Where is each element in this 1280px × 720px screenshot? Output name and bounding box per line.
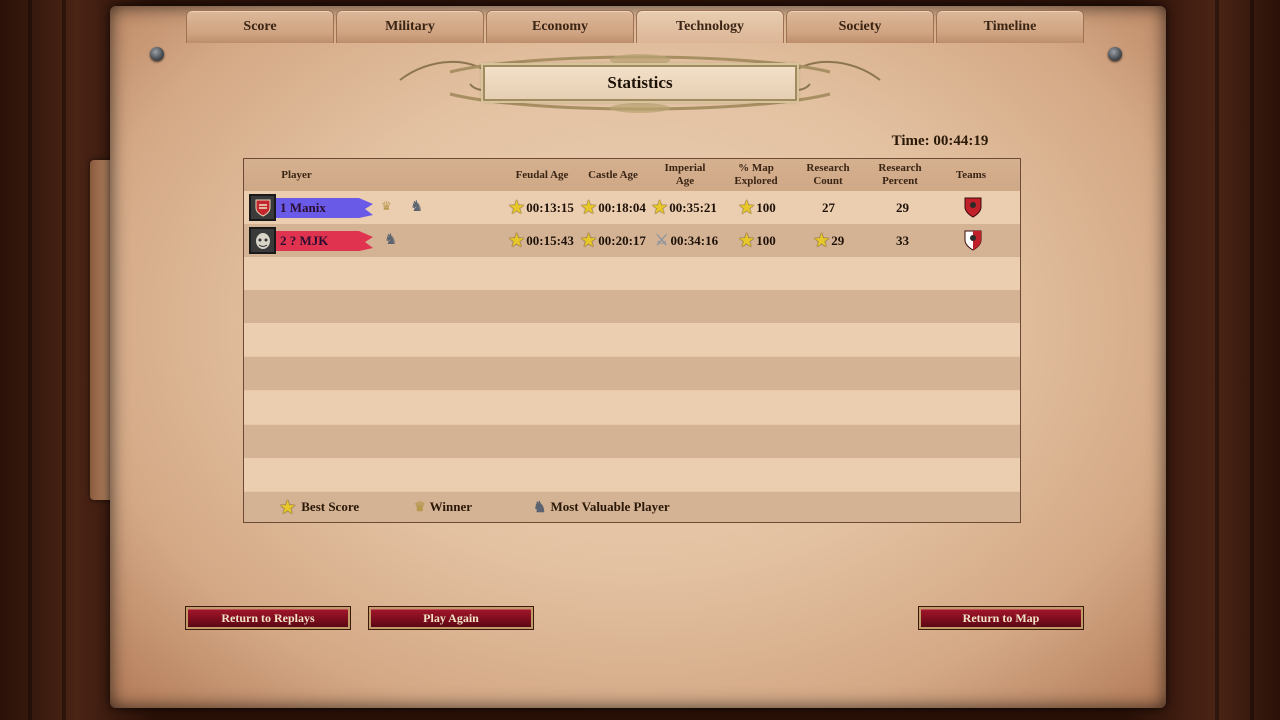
best-score-star-icon: ★ [739,231,755,250]
sword-icon: ⚔ [655,233,669,249]
imperial-age-cell: ★ 00:35:21 [652,191,717,224]
research-percent-cell: 33 [896,224,909,257]
map-explored-value: 100 [756,199,776,215]
team-shield-icon [964,230,982,251]
wood-grain [1250,0,1254,720]
castle-age-value: 00:18:04 [598,199,646,215]
play-again-button[interactable]: Play Again [369,607,533,629]
castle-age-value: 00:20:17 [598,232,646,248]
tab-society[interactable]: Society [786,10,934,43]
legend-mvp: ♞ Most Valuable Player [533,492,670,522]
best-score-star-icon: ★ [509,231,525,250]
table-row-empty [244,425,1020,458]
technology-stats-table: Player Feudal Age Castle Age Imperial Ag… [243,158,1021,523]
research-count-cell: ★ 29 [814,224,844,257]
header-player: Player [281,168,312,181]
rivet-icon [150,47,164,61]
knight-icon: ♞ [533,499,547,516]
player-name: 1 Manix [273,198,373,218]
header-map-explored: % Map Explored [734,162,778,187]
rivet-icon [1108,47,1122,61]
feudal-age-cell: ★ 00:13:15 [509,191,574,224]
table-row-empty [244,290,1020,323]
header-feudal-age: Feudal Age [515,168,569,181]
star-icon: ★ [280,497,296,517]
imperial-age-cell: ⚔ 00:34:16 [655,224,718,257]
legend-best-score: ★ Best Score [280,492,359,522]
team-shield-icon [964,197,982,218]
crown-icon: ♛ [414,499,426,514]
header-teams: Teams [955,168,987,181]
return-to-replays-button[interactable]: Return to Replays [186,607,350,629]
table-row: 2 ? MJK ♞ ★ 00:15:43 ★ 00:20:17 ⚔ 00:34:16 … [244,224,1020,257]
legend-mvp-label: Most Valuable Player [550,499,670,514]
title-ornament: Statistics [390,52,890,114]
header-research-percent: Research Percent [878,162,922,187]
player-name: 2 ? MJK [273,231,373,251]
table-row-empty [244,357,1020,390]
imperial-age-value: 00:34:16 [670,232,719,248]
feudal-age-value: 00:15:43 [526,232,574,248]
table-row-empty [244,257,1020,290]
research-percent-cell: 29 [896,191,909,224]
research-count-value: 29 [831,232,845,248]
tab-score[interactable]: Score [186,10,334,43]
map-explored-cell: ★ 100 [739,191,776,224]
castle-age-cell: ★ 00:18:04 [581,191,646,224]
wood-grain [28,0,32,720]
research-percent-value: 33 [896,232,909,248]
header-research-count: Research Count [806,162,850,187]
civ-emblem-icon [249,194,276,221]
tab-technology[interactable]: Technology [636,10,784,43]
stats-tab-bar: Score Military Economy Technology Societ… [186,10,1084,44]
research-count-cell: 27 [822,191,835,224]
best-score-star-icon: ★ [652,198,668,217]
tab-military[interactable]: Military [336,10,484,43]
best-score-star-icon: ★ [581,198,597,217]
page-title: Statistics [483,65,797,101]
return-to-map-button[interactable]: Return to Map [919,607,1083,629]
wood-grain [62,0,66,720]
castle-age-cell: ★ 00:20:17 [581,224,646,257]
research-percent-value: 29 [896,199,909,215]
mvp-knight-icon: ♞ [384,230,398,248]
tab-timeline[interactable]: Timeline [936,10,1084,43]
research-count-value: 27 [822,199,835,215]
wood-grain [1215,0,1219,720]
table-row-empty [244,391,1020,424]
legend-winner-label: Winner [429,499,473,514]
map-explored-value: 100 [756,232,776,248]
legend: ★ Best Score ♛ Winner ♞ Most Valuable Pl… [244,492,1020,522]
legend-winner: ♛ Winner [414,492,472,522]
table-row: 1 Manix ♛ ♞ ★ 00:13:15 ★ 00:18:04 ★ 00:35:2… [244,191,1020,224]
legend-best-score-label: Best Score [301,499,360,514]
header-imperial-age: Imperial Age [664,162,706,187]
imperial-age-value: 00:35:21 [669,199,717,215]
table-row-empty [244,458,1020,491]
best-score-star-icon: ★ [814,231,830,250]
tab-economy[interactable]: Economy [486,10,634,43]
map-explored-cell: ★ 100 [739,224,776,257]
best-score-star-icon: ★ [581,231,597,250]
mvp-knight-icon: ♞ [410,197,424,215]
table-header: Player Feudal Age Castle Age Imperial Ag… [244,159,1020,192]
feudal-age-cell: ★ 00:15:43 [509,224,574,257]
winner-crown-icon: ♛ [381,199,392,213]
civ-emblem-icon [249,227,276,254]
player-banner: 1 Manix [249,194,374,221]
player-banner: 2 ? MJK [249,227,374,254]
table-row-empty [244,323,1020,356]
feudal-age-value: 00:13:15 [526,199,574,215]
game-time: Time: 00:44:19 [891,133,989,149]
header-castle-age: Castle Age [588,168,638,181]
best-score-star-icon: ★ [509,198,525,217]
best-score-star-icon: ★ [739,198,755,217]
